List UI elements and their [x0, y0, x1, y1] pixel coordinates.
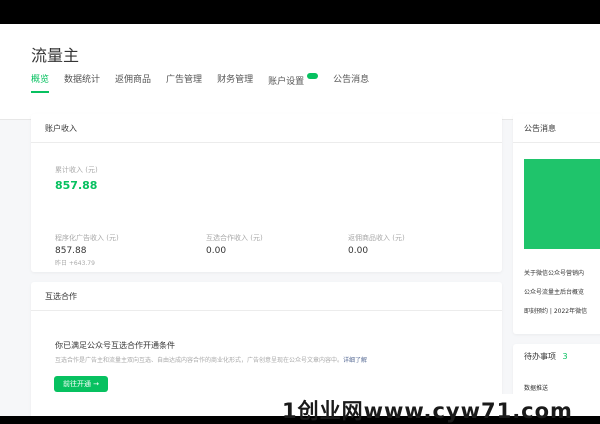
- new-badge: [307, 73, 319, 79]
- total-income-value: 857.88: [55, 179, 98, 192]
- news-item-2[interactable]: 公众号流量主后台概览: [524, 287, 584, 296]
- todo-title: 待办事项 3: [524, 352, 568, 361]
- page-title: 流量主: [31, 46, 80, 65]
- cooperation-description: 互选合作是广告主和流量主双向互选、自由达成内容合作的商业化形式，广告创意呈现在公…: [55, 357, 368, 364]
- tab-overview[interactable]: 概览: [31, 73, 50, 93]
- total-income-label: 累计收入 (元): [55, 166, 98, 174]
- account-income-title: 账户收入: [31, 114, 502, 143]
- programmatic-ad-label: 程序化广告收入 (元): [55, 234, 119, 242]
- todo-count: 3: [562, 352, 568, 361]
- open-now-button[interactable]: 前往开通 →: [54, 376, 108, 392]
- account-income-card: 账户收入 累计收入 (元) 857.88 程序化广告收入 (元) 857.88 …: [31, 114, 502, 272]
- tab-announcements[interactable]: 公告消息: [333, 73, 369, 93]
- tab-commission-goods[interactable]: 返佣商品: [115, 73, 151, 93]
- commission-goods-value: 0.00: [348, 246, 369, 256]
- tab-account-settings[interactable]: 账户设置: [268, 73, 319, 93]
- todo-item-data-push[interactable]: 数据推送: [524, 383, 548, 392]
- top-bar: 流量主 概览 数据统计 返佣商品 广告管理 财务管理 账户设置 公告消息: [0, 24, 600, 120]
- app-screen: 流量主 概览 数据统计 返佣商品 广告管理 财务管理 账户设置 公告消息 账户收…: [0, 24, 600, 416]
- tab-data-stats[interactable]: 数据统计: [64, 73, 100, 93]
- mutual-selection-value: 0.00: [206, 246, 227, 256]
- learn-more-link[interactable]: 详细了解: [343, 357, 367, 364]
- cooperation-title: 互选合作: [31, 282, 502, 311]
- announcement-title: 公告消息: [513, 114, 600, 143]
- programmatic-ad-value: 857.88: [55, 246, 87, 256]
- site-watermark: 1创业网www.cyw71.com: [282, 399, 573, 423]
- yesterday-increase: 昨日 +643.79: [55, 260, 95, 267]
- tab-finance[interactable]: 财务管理: [217, 73, 253, 93]
- cooperation-heading: 你已满足公众号互选合作开通条件: [55, 341, 175, 350]
- main-tabs: 概览 数据统计 返佣商品 广告管理 财务管理 账户设置 公告消息: [31, 73, 384, 93]
- tab-ad-management[interactable]: 广告管理: [166, 73, 202, 93]
- news-item-3[interactable]: 即刻预约 | 2022年微信: [524, 306, 587, 315]
- news-item-1[interactable]: 关于微信公众号营销内: [524, 268, 584, 277]
- news-banner-image[interactable]: [524, 159, 600, 249]
- announcement-card: 公告消息 关于微信公众号营销内 公众号流量主后台概览 即刻预约 | 2022年微…: [513, 114, 600, 334]
- mutual-selection-label: 互选合作收入 (元): [206, 234, 263, 242]
- commission-goods-label: 返佣商品收入 (元): [348, 234, 405, 242]
